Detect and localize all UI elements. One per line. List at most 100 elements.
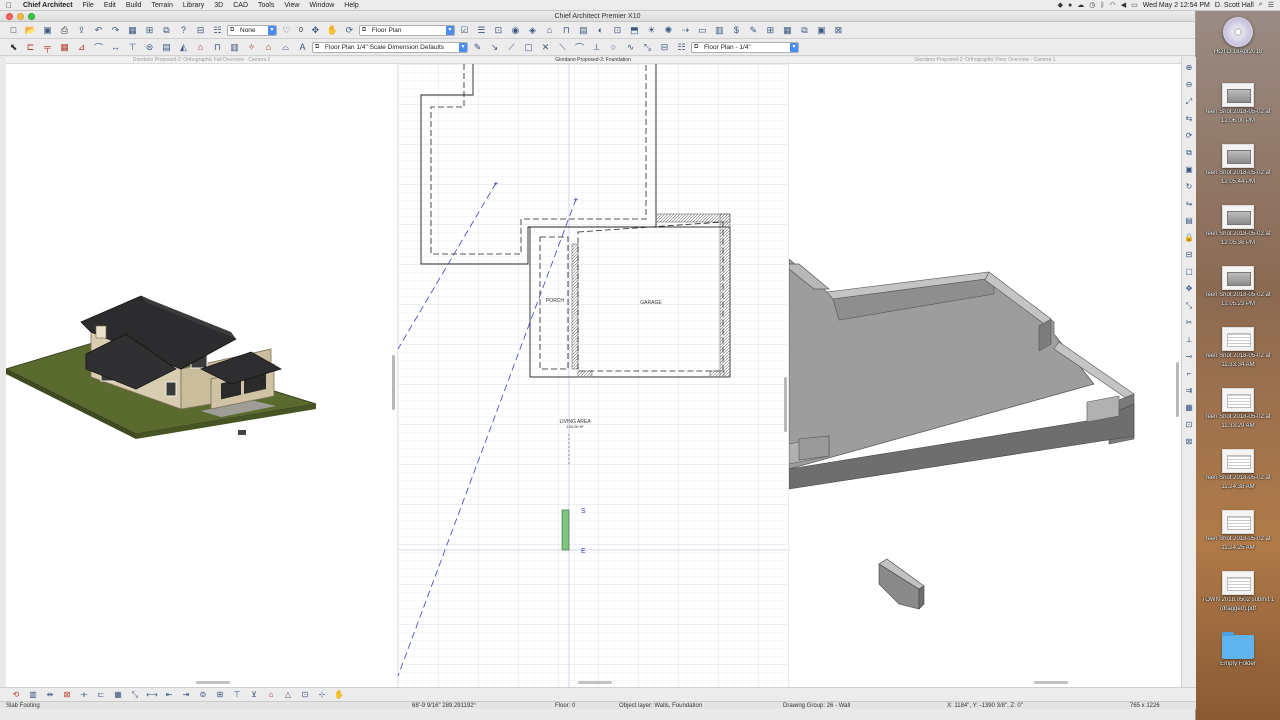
window-tools-icon[interactable]: ⊓: [210, 41, 225, 54]
section-tool-icon[interactable]: ⊏: [93, 689, 109, 701]
volume-icon[interactable]: ◀: [1121, 1, 1126, 9]
swap-icon[interactable]: ⇆: [1184, 112, 1195, 126]
break-icon[interactable]: ⟂: [1184, 333, 1195, 347]
align-tool-icon[interactable]: ⇤: [161, 689, 177, 701]
camera-marker-icon[interactable]: +: [574, 195, 579, 204]
menu-terrain[interactable]: Terrain: [146, 2, 177, 9]
house-tools-icon[interactable]: ⌂: [261, 41, 276, 54]
middle-pane-splitter[interactable]: [784, 377, 787, 432]
delete-object-icon[interactable]: ⊠: [1184, 435, 1195, 449]
text-style-icon[interactable]: A: [295, 41, 310, 54]
framing-tools-icon[interactable]: ▤: [159, 41, 174, 54]
menubar-clock[interactable]: Wed May 2 12:54 PM: [1143, 2, 1210, 9]
room-label-porch[interactable]: PORCH: [546, 298, 564, 304]
dropbox-icon[interactable]: ◆: [1058, 1, 1063, 9]
join-tool-icon[interactable]: ⊞: [212, 689, 228, 701]
walkthrough-icon[interactable]: ⇢: [678, 24, 693, 37]
paste-icon[interactable]: ▣: [1184, 163, 1195, 177]
zoom-icon[interactable]: ⊞: [142, 24, 157, 37]
cross-line-icon[interactable]: ⟍: [555, 41, 570, 54]
desktop-item-screenshot[interactable]: reen Shot 2018-05-02 at 11.24.25 AM: [1196, 510, 1280, 552]
apple-icon[interactable]: : [0, 1, 18, 10]
refresh-icon[interactable]: ⟳: [1184, 129, 1195, 143]
ortho-icon[interactable]: ⊤: [229, 689, 245, 701]
orbit-icon[interactable]: ⟳: [342, 24, 357, 37]
spline-icon[interactable]: ∿: [623, 41, 638, 54]
selected-slab-footing[interactable]: [561, 509, 570, 551]
terrain-tools-icon[interactable]: ◭: [176, 41, 191, 54]
bluetooth-icon[interactable]: ᛒ: [1100, 2, 1104, 9]
sweep-icon[interactable]: ▥: [25, 689, 41, 701]
minimize-window-button[interactable]: [17, 13, 24, 20]
horizontal-scrollbar[interactable]: [196, 681, 230, 684]
pencil-icon[interactable]: ✎: [470, 41, 485, 54]
house-3d-view[interactable]: [6, 64, 397, 687]
open-object-icon[interactable]: ⊡: [1184, 418, 1195, 432]
menu-cad[interactable]: CAD: [228, 2, 253, 9]
wall-type-icon[interactable]: ⟛: [76, 689, 92, 701]
sun-icon[interactable]: ✺: [661, 24, 676, 37]
house-icon[interactable]: ⌂: [263, 689, 279, 701]
desktop-item-screenshot[interactable]: reen Shot 2018-05-02 at 12.05.23 PM: [1196, 266, 1280, 308]
export-icon[interactable]: ⇪: [74, 24, 89, 37]
perspective-icon[interactable]: ◈: [525, 24, 540, 37]
close-views-icon[interactable]: ⊠: [831, 24, 846, 37]
camera-icon[interactable]: ◉: [508, 24, 523, 37]
desktop-item-screenshot[interactable]: reen Shot 2018-05-02 at 12.05.44 PM: [1196, 144, 1280, 186]
wifi-icon[interactable]: ◠: [1110, 1, 1116, 9]
desktop-item-screenshot[interactable]: reen Shot 2018-05-02 at 11.24.38 AM: [1196, 449, 1280, 491]
open-icon[interactable]: 📂: [23, 24, 38, 37]
pan-icon[interactable]: ✥: [308, 24, 323, 37]
display-options-icon[interactable]: ☰: [474, 24, 489, 37]
select-objects-icon[interactable]: ⬉: [6, 41, 21, 54]
desktop-item-screenshot[interactable]: reen Shot 2018-05-02 at 12.05.36 PM: [1196, 205, 1280, 247]
layer-list-icon[interactable]: ☷: [674, 41, 689, 54]
rotate-tool-icon[interactable]: ⟲: [8, 689, 24, 701]
battery-icon[interactable]: ▭: [1131, 1, 1138, 9]
fill-window-icon[interactable]: ▦: [125, 24, 140, 37]
dimension-defaults-select[interactable]: ⧉ Floor Plan 1/4" Scale Dimension Defaul…: [312, 41, 468, 53]
offset-icon[interactable]: ⇉: [1184, 384, 1195, 398]
desktop-item-disc[interactable]: HOTO 18Apr2018: [1196, 17, 1280, 56]
lights-icon[interactable]: ☀: [644, 24, 659, 37]
heart-icon[interactable]: ♡: [279, 24, 294, 37]
scale-icon[interactable]: ⤡: [1184, 299, 1195, 313]
roof-tools-icon[interactable]: ⌒: [91, 41, 106, 54]
frame-icon[interactable]: ▢: [1184, 265, 1195, 279]
electrical-tools-icon[interactable]: ✧: [244, 41, 259, 54]
layer-display-icon[interactable]: ⊟: [193, 24, 208, 37]
camera-marker-icon[interactable]: +: [494, 179, 499, 188]
evernote-icon[interactable]: ●: [1068, 2, 1072, 9]
split-icon[interactable]: ⊹: [314, 689, 330, 701]
wall-tools-icon[interactable]: ⊏: [23, 41, 38, 54]
box-icon[interactable]: ▢: [521, 41, 536, 54]
polyline-icon[interactable]: ⟂: [589, 41, 604, 54]
delete-icon[interactable]: ✕: [538, 41, 553, 54]
array-icon[interactable]: ▦: [1184, 401, 1195, 415]
new-plan-icon[interactable]: □: [6, 24, 21, 37]
transform-icon[interactable]: ⤡: [640, 41, 655, 54]
detail-icon[interactable]: ⊡: [491, 24, 506, 37]
app-menu[interactable]: Chief Architect: [18, 2, 78, 9]
layers-tools-icon[interactable]: ⊜: [142, 41, 157, 54]
group-icon[interactable]: ▤: [1184, 214, 1195, 228]
time-machine-icon[interactable]: ◷: [1089, 1, 1095, 9]
dollar-icon[interactable]: $: [729, 24, 744, 37]
menu-help[interactable]: Help: [339, 2, 363, 9]
reflect-icon[interactable]: ⇋: [1184, 197, 1195, 211]
elevation-icon[interactable]: ⌂: [542, 24, 557, 37]
distribute-icon[interactable]: ⇥: [178, 689, 194, 701]
foundation-plan-pane[interactable]: Giordano Proposed-2: Foundation PORCH GA…: [398, 57, 788, 687]
open-in-view-icon[interactable]: ✋: [331, 689, 347, 701]
scale-tool-icon[interactable]: ⤡: [127, 689, 143, 701]
full-overview-pane[interactable]: Giordano Proposed-2: Orthographic Full O…: [6, 57, 397, 687]
lock-icon[interactable]: 🔒: [1184, 231, 1195, 245]
fillet-icon[interactable]: ⌐: [1184, 367, 1195, 381]
view-menu-icon[interactable]: ⊞: [763, 24, 778, 37]
layer-set-select[interactable]: ⧉ None ▾: [227, 24, 277, 36]
table-icon[interactable]: ▦: [110, 689, 126, 701]
railing-tools-icon[interactable]: ╤: [40, 41, 55, 54]
help-icon[interactable]: ?: [176, 24, 191, 37]
hand-icon[interactable]: ✋: [325, 24, 340, 37]
spotlight-icon[interactable]: ⌕: [1259, 1, 1263, 9]
